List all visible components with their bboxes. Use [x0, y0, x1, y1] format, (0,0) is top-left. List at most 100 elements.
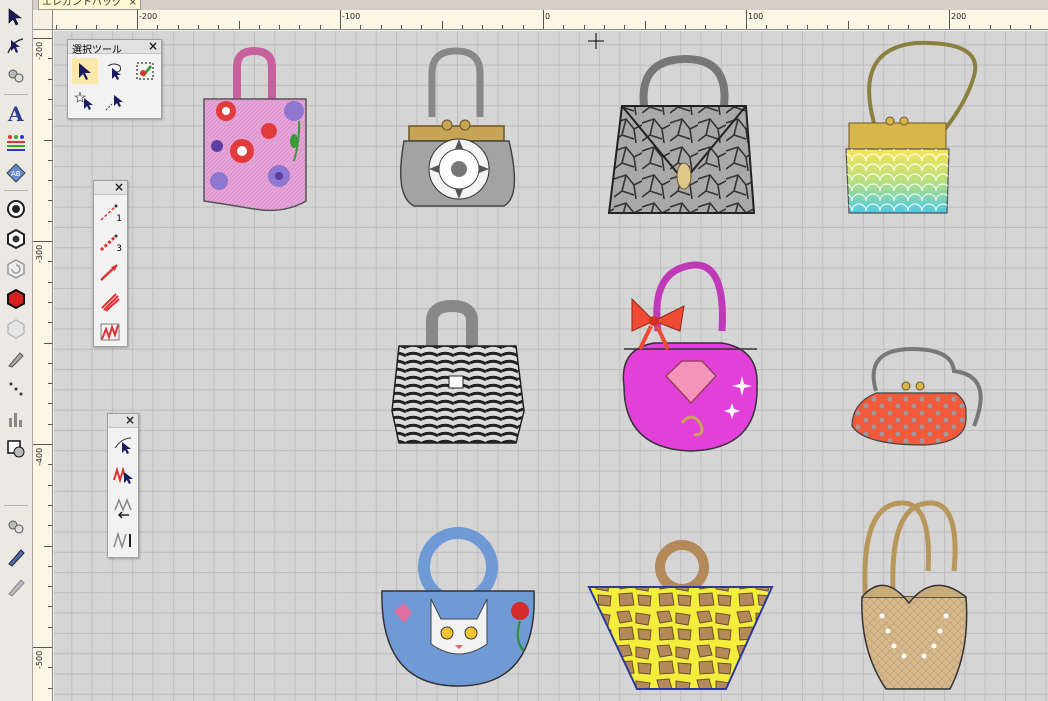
insert-stitch-button[interactable]: [110, 496, 136, 522]
gray-crackle-handbag[interactable]: [607, 54, 756, 214]
edit-palette-header[interactable]: ×: [108, 414, 138, 428]
top-ruler-tick: [685, 25, 687, 29]
stitch-density-button[interactable]: [3, 406, 29, 432]
pink-floral-tote-bag[interactable]: [203, 46, 307, 212]
point-select-button[interactable]: [102, 88, 128, 114]
thread-spool-button[interactable]: [3, 514, 29, 540]
hexagon-gray-tool-button[interactable]: [3, 316, 29, 342]
giraffe-print-tote-bag[interactable]: [587, 540, 774, 690]
left-ruler-tick: [48, 626, 52, 628]
arrow-line-button[interactable]: [97, 259, 123, 285]
beige-woven-basket-bag[interactable]: [861, 500, 968, 690]
left-ruler-tick: [48, 301, 52, 303]
left-ruler-tick: [44, 342, 52, 344]
top-ruler-tick: [197, 25, 199, 29]
left-ruler[interactable]: -200 -300 -400 -500: [33, 30, 53, 701]
top-ruler-tick: [725, 25, 727, 29]
top-ruler[interactable]: -200 -100 0 100 200: [53, 10, 1048, 30]
design-canvas[interactable]: [54, 31, 1048, 701]
zigzag-line-button[interactable]: [97, 319, 123, 345]
circle-tool-button[interactable]: [3, 196, 29, 222]
pink-diamond-round-bag[interactable]: [622, 261, 758, 452]
top-ruler-label: 100: [748, 12, 764, 21]
crosshair-cursor-icon: [588, 33, 604, 49]
left-ruler-tick: [48, 78, 52, 80]
shape-tool-button[interactable]: AB: [3, 160, 29, 186]
top-ruler-tick: [299, 25, 301, 29]
top-ruler-tick: [55, 25, 57, 29]
left-ruler-tick: [48, 525, 52, 527]
line-palette-header[interactable]: ×: [94, 181, 127, 195]
hexagon-gray-tool-icon: [7, 319, 25, 339]
top-ruler-tick: [746, 10, 747, 29]
text-tool-icon: A: [7, 102, 24, 124]
top-ruler-tick: [949, 10, 950, 29]
spiral-tool-button[interactable]: [3, 256, 29, 282]
left-ruler-tick: [48, 98, 52, 100]
stitch-edit-icon: [113, 466, 133, 484]
left-ruler-tick: [33, 444, 52, 445]
top-ruler-tick: [96, 25, 98, 29]
color-select-button[interactable]: [132, 58, 158, 84]
top-ruler-tick: [806, 25, 808, 29]
knife-tool-button[interactable]: [3, 346, 29, 372]
pencil-tool-button[interactable]: [3, 574, 29, 600]
pan-tool-button[interactable]: [3, 63, 29, 89]
svg-text:AB: AB: [11, 170, 21, 178]
top-ruler-tick: [847, 21, 849, 29]
document-tab-title: エレガントバッグ: [42, 0, 122, 8]
color-swatch-button[interactable]: [3, 436, 29, 462]
rainbow-scale-frame-purse[interactable]: [845, 40, 978, 214]
select-arrow-button[interactable]: [72, 58, 98, 84]
document-tab-close-button[interactable]: ×: [129, 0, 137, 8]
gray-flower-kisslock-purse[interactable]: [399, 47, 516, 207]
top-ruler-tick: [502, 25, 504, 29]
selection-palette-close-button[interactable]: ×: [148, 40, 158, 53]
knife-tool-icon: [8, 352, 24, 368]
svg-text:A: A: [7, 102, 24, 124]
left-ruler-tick: [48, 281, 52, 283]
top-ruler-tick: [116, 25, 118, 29]
line-tools-palette: × 1 3: [93, 180, 128, 347]
blue-cat-halfmoon-bag[interactable]: [381, 527, 535, 687]
dot-tool-button[interactable]: [3, 376, 29, 402]
reshape-button[interactable]: [110, 432, 136, 458]
running-stitch-3-button[interactable]: 3: [97, 229, 123, 255]
pen-tool-button[interactable]: [3, 544, 29, 570]
edit-palette-close-button[interactable]: ×: [125, 414, 135, 427]
monogram-tool-button[interactable]: [3, 130, 29, 156]
top-ruler-tick: [76, 25, 78, 29]
select-tool-button[interactable]: [3, 4, 29, 30]
red-polkadot-frame-purse[interactable]: [851, 346, 983, 446]
left-ruler-tick: [33, 647, 52, 648]
select-tool-icon: [8, 8, 22, 26]
star-select-button[interactable]: [72, 88, 98, 114]
satin-line-button[interactable]: [97, 289, 123, 315]
left-ruler-tick: [48, 667, 52, 669]
color-select-icon: [136, 62, 154, 80]
running-stitch-1-button[interactable]: 1: [97, 199, 123, 225]
top-ruler-tick: [522, 25, 524, 29]
top-ruler-tick: [583, 25, 585, 29]
pen-tool-icon: [8, 549, 25, 567]
text-tool-button[interactable]: A: [3, 100, 29, 126]
top-ruler-label: -200: [139, 12, 158, 21]
reshape-tool-button[interactable]: [3, 33, 29, 59]
top-ruler-tick: [360, 25, 362, 29]
stitch-edit-button[interactable]: [110, 462, 136, 488]
left-ruler-tick: [48, 119, 52, 121]
hexagon-tool-button[interactable]: [3, 226, 29, 252]
top-ruler-tick: [218, 25, 220, 29]
hexagon-red-tool-button[interactable]: [3, 286, 29, 312]
stitch-count-button[interactable]: [110, 526, 136, 552]
line-palette-close-button[interactable]: ×: [114, 181, 124, 194]
document-tab[interactable]: エレガントバッグ ×: [38, 0, 141, 10]
selection-palette-header[interactable]: 選択ツール ×: [68, 40, 161, 56]
design-artwork: [203, 40, 983, 690]
top-ruler-tick: [279, 25, 281, 29]
left-ruler-tick: [48, 200, 52, 202]
left-ruler-tick: [48, 220, 52, 222]
lasso-select-button[interactable]: [102, 58, 128, 84]
zebra-print-handbag[interactable]: [391, 299, 525, 444]
arrow-line-icon: [100, 264, 118, 281]
